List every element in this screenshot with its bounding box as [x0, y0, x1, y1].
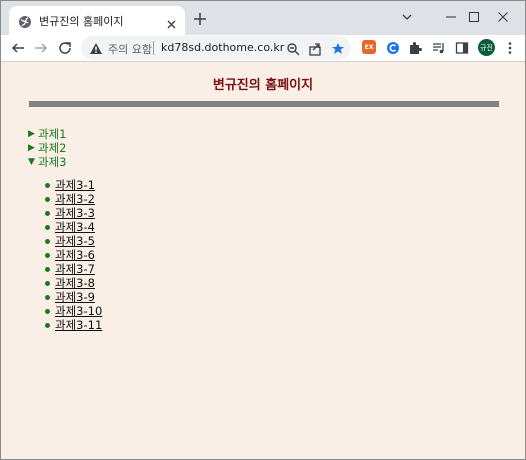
chevron-down-icon[interactable]: [385, 3, 429, 31]
horizontal-rule: [29, 101, 499, 107]
page-content: 변규진의 홈페이지 ▶ 과제1 ▶ 과제2 ▼ 과제3 과제3-1 과제3-2 …: [1, 61, 525, 459]
assignment-link[interactable]: 과제3-7: [55, 262, 95, 276]
list-item: 과제3-8: [28, 276, 102, 290]
list-item: 과제3-4: [28, 220, 102, 234]
kebab-menu-icon[interactable]: [502, 40, 518, 56]
section-label: 과제2: [38, 141, 67, 155]
list-item: 과제3-2: [28, 192, 102, 206]
assignment-link[interactable]: 과제3-11: [55, 318, 102, 332]
plus-icon[interactable]: [193, 11, 207, 25]
forward-arrow-icon[interactable]: [33, 40, 49, 56]
assignment-link[interactable]: 과제3-10: [55, 304, 102, 318]
window-close-icon[interactable]: [481, 3, 525, 31]
warning-icon[interactable]: [89, 41, 103, 55]
assignment-link[interactable]: 과제3-8: [55, 276, 95, 290]
address-bar[interactable]: 주의 요함 kd78sd.dothome.co.kr: [81, 36, 351, 60]
triangle-right-icon: ▶: [28, 143, 35, 153]
browser-window: 변규진의 홈페이지 주의 요함 kd78sd.dothome.co.kr EX …: [0, 0, 526, 460]
section-label: 과제1: [38, 127, 67, 141]
list-item: 과제3-10: [28, 304, 102, 318]
list-item: 과제3-11: [28, 318, 102, 332]
assignment-link[interactable]: 과제3-9: [55, 290, 95, 304]
assignment-link[interactable]: 과제3-4: [55, 220, 95, 234]
security-label[interactable]: 주의 요함: [108, 41, 152, 57]
close-icon[interactable]: [166, 15, 177, 29]
assignment-link[interactable]: 과제3-5: [55, 234, 95, 248]
section-1-summary[interactable]: ▶ 과제1: [28, 127, 102, 141]
avatar[interactable]: 규진: [478, 39, 495, 56]
list-item: 과제3-3: [28, 206, 102, 220]
url-text[interactable]: kd78sd.dothome.co.kr: [161, 41, 284, 54]
list-item: 과제3-9: [28, 290, 102, 304]
media-icon[interactable]: [431, 40, 447, 56]
triangle-right-icon: ▶: [28, 129, 35, 139]
assignment-link[interactable]: 과제3-2: [55, 192, 95, 206]
star-icon[interactable]: [331, 41, 345, 55]
back-arrow-icon[interactable]: [10, 40, 26, 56]
sidepanel-icon[interactable]: [454, 40, 470, 56]
extension-c-icon[interactable]: [385, 40, 401, 56]
section-3-summary[interactable]: ▼ 과제3: [28, 155, 102, 169]
globe-icon: [18, 14, 32, 28]
list-item: 과제3-7: [28, 262, 102, 276]
browser-tab[interactable]: 변규진의 홈페이지: [9, 6, 185, 35]
browser-toolbar: 주의 요함 kd78sd.dothome.co.kr EX 규진: [1, 35, 525, 61]
tab-strip: 변규진의 홈페이지: [1, 1, 525, 35]
triangle-down-icon: ▼: [28, 157, 35, 167]
list-item: 과제3-5: [28, 234, 102, 248]
assignment-link[interactable]: 과제3-3: [55, 206, 95, 220]
puzzle-icon[interactable]: [407, 40, 423, 56]
section-label: 과제3: [38, 155, 67, 169]
extension-ex-icon[interactable]: EX: [362, 40, 376, 54]
assignment-link[interactable]: 과제3-1: [55, 178, 95, 192]
assignment-link[interactable]: 과제3-6: [55, 248, 95, 262]
zoom-icon[interactable]: [286, 41, 300, 56]
list-item: 과제3-1: [28, 178, 102, 192]
reload-icon[interactable]: [57, 40, 73, 56]
section-2-summary[interactable]: ▶ 과제2: [28, 141, 102, 155]
list-item: 과제3-6: [28, 248, 102, 262]
tab-title: 변규진의 홈페이지: [39, 15, 124, 28]
assignment-tree: ▶ 과제1 ▶ 과제2 ▼ 과제3 과제3-1 과제3-2 과제3-3 과제3-…: [28, 127, 102, 332]
omnibox-divider: [153, 41, 154, 55]
section-3-link-list: 과제3-1 과제3-2 과제3-3 과제3-4 과제3-5 과제3-6 과제3-…: [28, 178, 102, 332]
share-icon[interactable]: [308, 41, 322, 56]
page-title: 변규진의 홈페이지: [212, 78, 314, 93]
